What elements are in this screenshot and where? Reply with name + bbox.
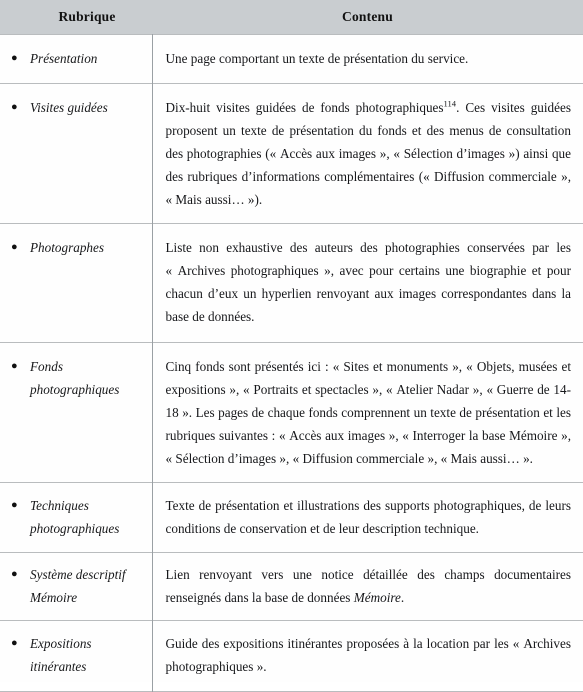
rubrique-list-item: ● Fonds photographiques [0,355,146,401]
rubrique-label: Présentation [30,51,97,66]
document-page: Rubrique Contenu ● Présentation Une page… [0,0,583,692]
contenu-cell: Cinq fonds sont présentés ici : « Sites … [152,343,583,483]
contenu-paragraph: Liste non exhaustive des auteurs des pho… [165,240,572,324]
bullet-icon: ● [11,52,18,64]
table-row: ● Système descriptif Mémoire Lien renvoy… [0,552,583,621]
contenu-paragraph: Dix-huit visites guidées de fonds photog… [166,96,572,211]
contenu-paragraph: Cinq fonds sont présentés ici : « Sites … [165,359,572,466]
footnote-marker: 114 [443,98,457,109]
contenu-cell: Liste non exhaustive des auteurs des pho… [152,224,583,343]
rubrique-label: Système descriptif Mémoire [30,567,146,609]
table-body: ● Présentation Une page comportant un te… [0,34,583,692]
rubrique-cell: ● Visites guidées [0,83,153,224]
bullet-icon: ● [11,360,18,372]
rubrique-cell: ● Présentation [0,34,153,84]
rubrique-label-line1: Fonds [30,359,63,374]
rubrique-label-line2: photographiques [30,382,120,397]
rubrique-label-line1: Présentation [30,51,98,66]
rubrique-label-line2: photographiques [30,521,120,536]
rubrique-list-item: ● Expositions itinérantes [0,632,146,678]
rubrique-label-line2: itinérantes [30,659,87,674]
rubrique-list-item: ● Système descriptif Mémoire [0,563,146,609]
bullet-icon: ● [11,637,18,649]
rubrique-label-line2: Mémoire [30,590,78,605]
contenu-cell: Lien renvoyant vers une notice détaillée… [152,553,583,621]
table-row: ● Présentation Une page comportant un te… [0,34,583,84]
contenu-text-before-footnote: Dix-huit visites guidées de fonds photog… [165,100,444,115]
rubrique-label: Visites guidées [30,100,108,115]
table-header: Rubrique Contenu [0,0,583,35]
contenu-text-tail: . [400,590,405,605]
rubrique-label: Techniques photographiques [30,498,146,540]
rubrique-cell: ● Expositions itinérantes [0,620,153,692]
contenu-paragraph: Texte de présentation et illustrations d… [165,498,572,536]
table-row: ● Techniques photographiques Texte de pr… [0,482,583,553]
rubriques-table: Rubrique Contenu ● Présentation Une page… [0,0,583,692]
rubrique-list-item: ● Visites guidées [0,96,146,119]
table-row: ● Photographes Liste non exhaustive des … [0,223,583,343]
rubrique-label-line1: Photographes [30,240,104,255]
rubrique-label-line1: Expositions [30,636,92,651]
rubrique-label: Photographes [30,240,104,255]
bullet-icon: ● [11,499,18,511]
rubrique-label-line1: Système descriptif [30,567,126,582]
contenu-emphasis-memoire: Mémoire [353,590,401,605]
table-header-row: Rubrique Contenu [0,0,583,35]
column-header-contenu: Contenu [152,0,583,35]
table-row: ● Visites guidées Dix-huit visites guidé… [0,83,583,224]
rubrique-label: Fonds photographiques [30,359,146,401]
table-row: ● Expositions itinérantes Guide des expo… [0,620,583,692]
contenu-paragraph: Une page comportant un texte de présenta… [165,51,469,66]
rubrique-cell: ● Fonds photographiques [0,342,153,483]
table-row: ● Fonds photographiques Cinq fonds sont … [0,342,583,483]
contenu-paragraph: Lien renvoyant vers une notice détaillée… [166,563,572,609]
rubrique-label-line1: Techniques [30,498,89,513]
contenu-text-after-footnote: . Ces visites guidées proposent un texte… [165,100,572,207]
rubrique-list-item: ● Techniques photographiques [0,494,146,540]
contenu-cell: Dix-huit visites guidées de fonds photog… [152,84,583,224]
contenu-cell: Guide des expositions itinérantes propos… [152,621,583,692]
rubrique-cell: ● Photographes [0,223,153,343]
contenu-cell: Une page comportant un texte de présenta… [152,35,583,84]
contenu-cell: Texte de présentation et illustrations d… [152,483,583,553]
rubrique-cell: ● Système descriptif Mémoire [0,552,153,621]
contenu-paragraph: Guide des expositions itinérantes propos… [165,636,572,674]
bullet-icon: ● [11,101,18,113]
rubrique-label: Expositions itinérantes [30,636,146,678]
bullet-icon: ● [11,241,18,253]
column-header-rubrique: Rubrique [0,0,152,35]
bullet-icon: ● [11,568,18,580]
rubrique-label-line1: Visites guidées [30,100,108,115]
rubrique-cell: ● Techniques photographiques [0,482,153,553]
rubrique-list-item: ● Présentation [0,47,146,70]
rubrique-list-item: ● Photographes [0,236,146,259]
